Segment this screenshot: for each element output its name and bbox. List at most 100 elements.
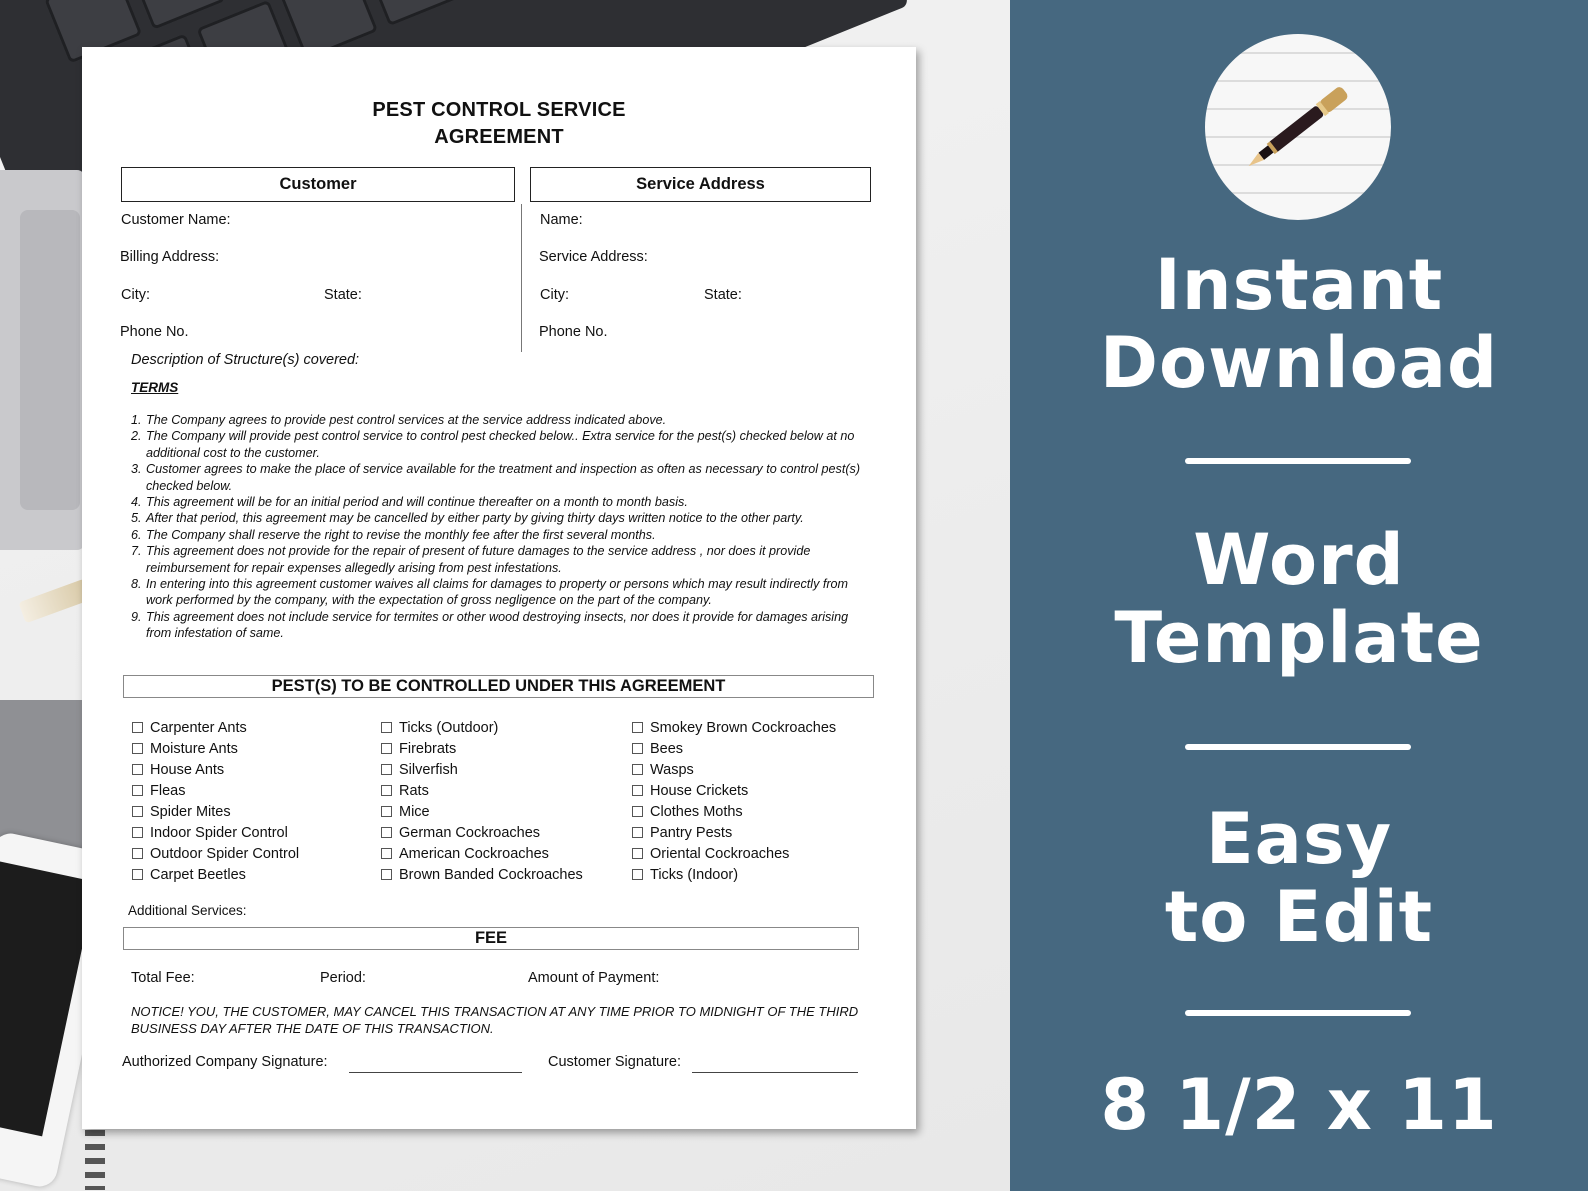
company-signature-line[interactable] bbox=[349, 1072, 522, 1073]
checkbox[interactable] bbox=[132, 764, 143, 775]
structure-description-field[interactable]: Description of Structure(s) covered: bbox=[131, 352, 359, 368]
term-item: 3. Customer agrees to make the place of s… bbox=[131, 461, 871, 494]
company-signature-label: Authorized Company Signature: bbox=[122, 1054, 328, 1070]
brand-logo bbox=[1205, 34, 1391, 220]
checkbox[interactable] bbox=[132, 806, 143, 817]
terms-heading: TERMS bbox=[131, 380, 179, 395]
pest-checkbox-item[interactable]: Ticks (Indoor) bbox=[632, 864, 872, 885]
term-item: 4. This agreement will be for an initial … bbox=[131, 494, 871, 510]
title-line-2: AGREEMENT bbox=[434, 126, 564, 148]
service-address-header: Service Address bbox=[530, 167, 871, 202]
checkbox[interactable] bbox=[632, 869, 643, 880]
pest-checkbox-item[interactable]: Wasps bbox=[632, 759, 872, 780]
pest-checkbox-item[interactable]: Silverfish bbox=[381, 759, 632, 780]
service-name-field[interactable]: Name: bbox=[540, 212, 583, 228]
pest-checkbox-item[interactable]: Firebrats bbox=[381, 738, 632, 759]
service-city-field[interactable]: City: bbox=[540, 287, 569, 303]
term-text: In entering into this agreement customer… bbox=[146, 577, 849, 608]
checkbox[interactable] bbox=[381, 848, 392, 859]
pest-checkbox-item[interactable]: Fleas bbox=[132, 780, 381, 801]
customer-phone-field[interactable]: Phone No. bbox=[120, 324, 189, 340]
billing-address-field[interactable]: Billing Address: bbox=[120, 249, 219, 265]
pest-checkbox-item[interactable]: American Cockroaches bbox=[381, 843, 632, 864]
pest-label: American Cockroaches bbox=[399, 845, 549, 862]
pest-checkbox-item[interactable]: Mice bbox=[381, 801, 632, 822]
checkbox[interactable] bbox=[381, 827, 392, 838]
checkbox[interactable] bbox=[381, 764, 392, 775]
customer-signature-line[interactable] bbox=[692, 1072, 858, 1073]
pest-checkbox-item[interactable]: Ticks (Outdoor) bbox=[381, 717, 632, 738]
column-divider bbox=[521, 204, 522, 352]
customer-city-field[interactable]: City: bbox=[121, 287, 150, 303]
fountain-pen-icon bbox=[1248, 87, 1348, 167]
term-text: The Company agrees to provide pest contr… bbox=[146, 413, 667, 427]
cancellation-notice: NOTICE! YOU, THE CUSTOMER, MAY CANCEL TH… bbox=[131, 1004, 859, 1036]
pest-checkbox-item[interactable]: Indoor Spider Control bbox=[132, 822, 381, 843]
pest-label: House Crickets bbox=[650, 782, 749, 799]
total-fee-field[interactable]: Total Fee: bbox=[131, 970, 195, 986]
checkbox[interactable] bbox=[632, 764, 643, 775]
pest-checkbox-item[interactable]: Oriental Cockroaches bbox=[632, 843, 872, 864]
additional-services-field[interactable]: Additional Services: bbox=[128, 903, 247, 918]
checkbox[interactable] bbox=[132, 722, 143, 733]
title-line-1: PEST CONTROL SERVICE bbox=[372, 99, 626, 121]
pest-label: Indoor Spider Control bbox=[150, 824, 288, 841]
pest-checkbox-item[interactable]: Carpenter Ants bbox=[132, 717, 381, 738]
term-number: 9. bbox=[131, 609, 142, 624]
checkbox[interactable] bbox=[381, 722, 392, 733]
customer-name-field[interactable]: Customer Name: bbox=[121, 212, 231, 228]
pest-label: Carpenter Ants bbox=[150, 719, 247, 736]
service-address-field[interactable]: Service Address: bbox=[539, 249, 648, 265]
pest-checkbox-item[interactable]: German Cockroaches bbox=[381, 822, 632, 843]
pest-label: Carpet Beetles bbox=[150, 866, 246, 883]
pest-checkbox-item[interactable]: Clothes Moths bbox=[632, 801, 872, 822]
term-text: Customer agrees to make the place of ser… bbox=[146, 462, 861, 493]
checkbox[interactable] bbox=[132, 848, 143, 859]
term-text: The Company shall reserve the right to r… bbox=[146, 527, 656, 542]
agreement-page: PEST CONTROL SERVICE AGREEMENT Customer … bbox=[82, 47, 916, 1129]
checkbox[interactable] bbox=[132, 827, 143, 838]
checkbox[interactable] bbox=[132, 743, 143, 754]
pest-checkbox-item[interactable]: Brown Banded Cockroaches bbox=[381, 864, 632, 885]
checkbox[interactable] bbox=[632, 848, 643, 859]
checkbox[interactable] bbox=[381, 869, 392, 880]
pest-checkbox-item[interactable]: Pantry Pests bbox=[632, 822, 872, 843]
term-number: 6. bbox=[131, 527, 142, 542]
customer-state-field[interactable]: State: bbox=[324, 287, 362, 303]
service-phone-field[interactable]: Phone No. bbox=[539, 324, 608, 340]
pest-checkbox-item[interactable]: House Ants bbox=[132, 759, 381, 780]
pest-label: Ticks (Outdoor) bbox=[399, 719, 499, 736]
service-state-field[interactable]: State: bbox=[704, 287, 742, 303]
checkbox[interactable] bbox=[381, 785, 392, 796]
amount-of-payment-field[interactable]: Amount of Payment: bbox=[528, 970, 659, 986]
checkbox[interactable] bbox=[632, 827, 643, 838]
document-title: PEST CONTROL SERVICE AGREEMENT bbox=[82, 97, 916, 151]
checkbox[interactable] bbox=[132, 785, 143, 796]
checkbox[interactable] bbox=[632, 785, 643, 796]
pest-checkbox-item[interactable]: House Crickets bbox=[632, 780, 872, 801]
pest-checkbox-item[interactable]: Smokey Brown Cockroaches bbox=[632, 717, 872, 738]
pest-checkbox-item[interactable]: Spider Mites bbox=[132, 801, 381, 822]
promo-line-easy: Easy bbox=[1205, 798, 1393, 880]
checkbox[interactable] bbox=[632, 722, 643, 733]
checkbox[interactable] bbox=[132, 869, 143, 880]
checkbox[interactable] bbox=[381, 806, 392, 817]
page-size-heading: 8 1/2 x 11 bbox=[1100, 1064, 1498, 1146]
divider-rule bbox=[1185, 744, 1411, 750]
checkbox[interactable] bbox=[381, 743, 392, 754]
terms-list: 1. The Company agrees to provide pest con… bbox=[131, 412, 871, 642]
checkbox[interactable] bbox=[632, 806, 643, 817]
word-template-heading: Word Template bbox=[1010, 521, 1588, 677]
pest-checkbox-item[interactable]: Outdoor Spider Control bbox=[132, 843, 381, 864]
checkbox[interactable] bbox=[632, 743, 643, 754]
pest-label: Clothes Moths bbox=[650, 803, 743, 820]
pest-label: Firebrats bbox=[399, 740, 457, 757]
term-item: 7. This agreement does not provide for th… bbox=[131, 543, 871, 576]
term-number: 4. bbox=[131, 495, 142, 510]
pest-checkbox-item[interactable]: Carpet Beetles bbox=[132, 864, 381, 885]
pest-checkbox-item[interactable]: Bees bbox=[632, 738, 872, 759]
term-item: 5. After that period, this agreement may … bbox=[131, 510, 871, 526]
pest-checkbox-item[interactable]: Moisture Ants bbox=[132, 738, 381, 759]
period-field[interactable]: Period: bbox=[320, 970, 366, 986]
pest-checkbox-item[interactable]: Rats bbox=[381, 780, 632, 801]
